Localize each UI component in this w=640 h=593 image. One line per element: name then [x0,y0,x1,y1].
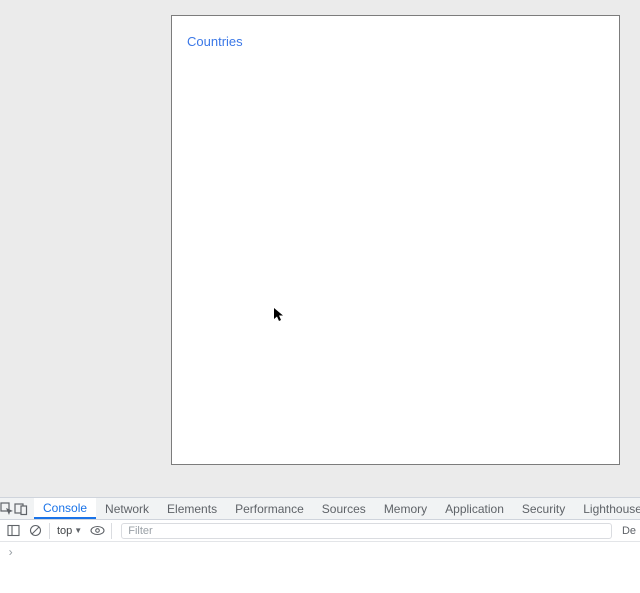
tab-application[interactable]: Application [436,498,513,519]
separator [111,523,112,539]
log-level-cutoff[interactable]: De [618,525,640,537]
devtools-tabs: Console Network Elements Performance Sou… [0,498,640,520]
tab-network[interactable]: Network [96,498,158,519]
execution-context-label: top [57,525,72,537]
tab-memory[interactable]: Memory [375,498,436,519]
tab-performance[interactable]: Performance [226,498,313,519]
tab-lighthouse[interactable]: Lighthouse [574,498,640,519]
chevron-down-icon: ▼ [74,526,82,535]
clear-console-icon[interactable] [24,520,46,542]
devtools-panel: Console Network Elements Performance Sou… [0,497,640,593]
tab-security[interactable]: Security [513,498,574,519]
countries-link[interactable]: Countries [187,34,243,49]
tab-sources[interactable]: Sources [313,498,375,519]
inspect-element-icon[interactable] [0,498,14,519]
page-viewport: Countries [0,0,640,497]
device-toolbar-icon[interactable] [14,498,28,519]
console-filter-input[interactable] [121,523,612,539]
execution-context-select[interactable]: top ▼ [53,525,86,537]
content-card: Countries [171,15,620,465]
console-prompt-caret-icon: › [7,546,14,560]
separator [49,523,50,539]
tab-elements[interactable]: Elements [158,498,226,519]
toggle-sidebar-icon[interactable] [2,520,24,542]
tab-console[interactable]: Console [34,498,96,519]
live-expression-icon[interactable] [86,520,108,542]
console-toolbar: top ▼ De [0,520,640,542]
console-output[interactable]: › [0,542,640,592]
